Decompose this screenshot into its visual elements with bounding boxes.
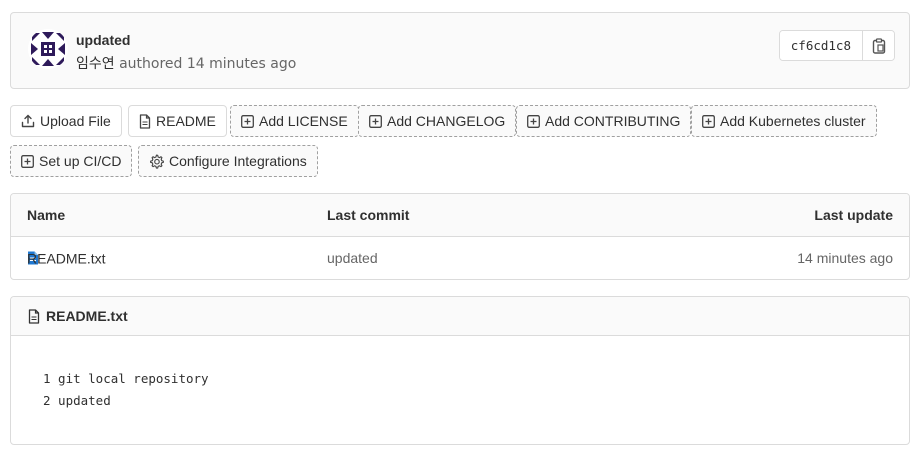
column-header-last-commit: Last commit [327,207,410,223]
add-kubernetes-cluster-label: Add Kubernetes cluster [720,113,866,129]
commit-sha-group: cf6cd1c8 [778,30,895,61]
commit-meta: 임수연 authored 14 minutes ago [76,53,296,73]
readme-label: README [156,113,216,129]
commit-sha[interactable]: cf6cd1c8 [779,31,862,60]
upload-icon [21,114,35,128]
upload-file-label: Upload File [40,113,111,129]
add-license-button[interactable]: Add LICENSE [230,105,359,137]
plus-square-icon [702,114,715,128]
plus-square-icon [241,114,254,128]
table-header: Name Last commit Last update [11,194,909,237]
plus-square-icon [369,114,382,128]
copy-sha-button[interactable] [862,31,894,60]
column-header-last-update: Last update [814,207,893,223]
commit-time: 14 minutes ago [186,56,297,72]
file-last-update: 14 minutes ago [797,250,893,266]
table-row[interactable]: README.txt updated 14 minutes ago [11,237,909,279]
file-last-commit[interactable]: updated [327,250,378,266]
add-changelog-button[interactable]: Add CHANGELOG [358,105,517,137]
code-line: 2 updated [43,393,111,408]
file-link[interactable]: README.txt [27,250,106,266]
authored-label: authored [119,56,183,72]
commit-author[interactable]: 임수연 [76,56,115,72]
setup-cicd-label: Set up CI/CD [39,153,122,169]
code-line: 1 git local repository [43,371,209,386]
file-name[interactable]: README.txt [27,250,106,266]
plus-square-icon [21,154,34,168]
file-icon [28,308,40,324]
column-header-name: Name [27,207,66,223]
file-icon [139,113,151,129]
configure-integrations-button[interactable]: Configure Integrations [138,145,318,177]
add-license-label: Add LICENSE [259,113,348,129]
add-changelog-label: Add CHANGELOG [387,113,506,129]
gear-icon [150,154,164,169]
last-commit-panel: updated 임수연 authored 14 minutes ago cf6c… [10,12,910,89]
user-avatar[interactable] [28,29,68,69]
readme-viewer: README.txt 1 git local repository 2 upda… [10,296,910,445]
plus-square-icon [527,114,540,128]
readme-button[interactable]: README [128,105,227,137]
commit-title[interactable]: updated [76,32,130,48]
readme-content: 1 git local repository 2 updated [11,336,909,412]
add-contributing-label: Add CONTRIBUTING [545,113,681,129]
upload-file-button[interactable]: Upload File [10,105,122,137]
clipboard-icon [872,37,885,54]
readme-filename: README.txt [46,308,128,324]
add-kubernetes-cluster-button[interactable]: Add Kubernetes cluster [691,105,877,137]
readme-header: README.txt [11,297,909,336]
configure-integrations-label: Configure Integrations [169,153,307,169]
setup-cicd-button[interactable]: Set up CI/CD [10,145,133,177]
files-table: Name Last commit Last update README.txt … [10,193,910,280]
add-contributing-button[interactable]: Add CONTRIBUTING [516,105,692,137]
